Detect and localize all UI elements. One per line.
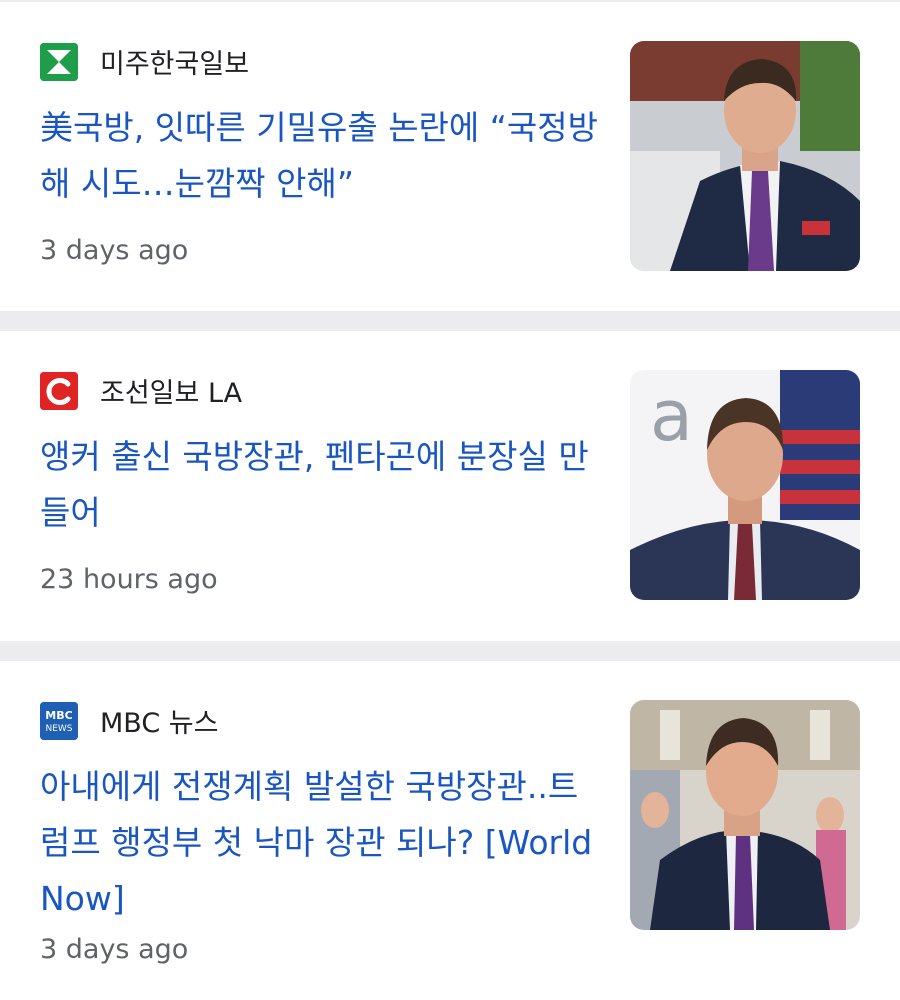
news-card-2[interactable]: 조선일보 LA 앵커 출신 국방장관, 펜타곤에 분장실 만들어 23 hour… (0, 331, 900, 641)
headline-link[interactable]: 앵커 출신 국방장관, 펜타곤에 분장실 만들어 (40, 429, 600, 541)
svg-text:MBC: MBC (45, 709, 72, 722)
source-name: 미주한국일보 (100, 49, 250, 80)
thumbnail-image[interactable] (630, 41, 860, 271)
timestamp: 3 days ago (40, 934, 189, 965)
timestamp: 3 days ago (40, 235, 189, 266)
svg-text:a: a (650, 375, 693, 457)
news-card-3[interactable]: MBC NEWS MBC 뉴스 아내에게 전쟁계획 발설한 국방장관..트럼프 … (0, 661, 900, 1000)
source-name: 조선일보 LA (100, 378, 243, 409)
news-card-1[interactable]: 미주한국일보 美국방, 잇따른 기밀유출 논란에 “국정방해 시도…눈깜짝 안해… (0, 2, 900, 311)
svg-text:NEWS: NEWS (45, 724, 72, 734)
mbc-news-logo-icon: MBC NEWS (40, 701, 78, 740)
headline-link[interactable]: 아내에게 전쟁계획 발설한 국방장관..트럼프 행정부 첫 낙마 장관 되나? … (40, 759, 600, 927)
chosun-logo-icon (40, 371, 78, 410)
section-separator (0, 641, 900, 661)
thumbnail-image[interactable] (630, 700, 860, 930)
source-row: 미주한국일보 (40, 42, 249, 81)
hankook-logo-icon (40, 42, 78, 81)
source-row: MBC NEWS MBC 뉴스 (40, 701, 218, 740)
section-separator (0, 311, 900, 331)
source-name: MBC 뉴스 (100, 708, 219, 739)
timestamp: 23 hours ago (40, 564, 218, 595)
source-row: 조선일보 LA (40, 371, 242, 410)
thumbnail-image[interactable]: a (630, 370, 860, 600)
headline-link[interactable]: 美국방, 잇따른 기밀유출 논란에 “국정방해 시도…눈깜짝 안해” (40, 100, 600, 212)
